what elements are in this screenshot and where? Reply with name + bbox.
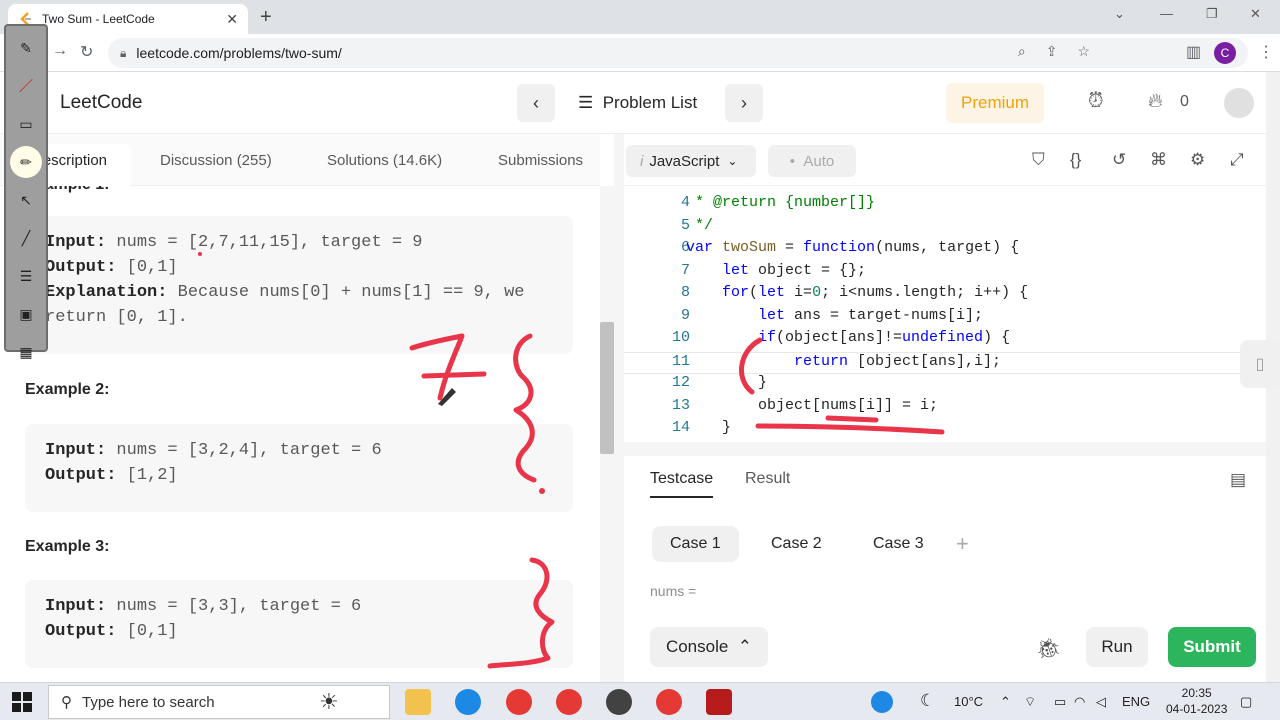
marker-tool-icon[interactable]: ／ bbox=[10, 70, 42, 102]
chrome-profile-3-icon[interactable] bbox=[656, 689, 682, 715]
brush-tool-icon[interactable]: ╱ bbox=[10, 222, 42, 254]
volume-icon[interactable]: ◁ bbox=[1096, 694, 1106, 710]
annotation-seven bbox=[409, 333, 465, 401]
annotation-brace-close bbox=[487, 557, 555, 669]
moon-weather-icon: ☾ bbox=[920, 691, 936, 710]
annotation-dot bbox=[539, 488, 545, 494]
help-icon[interactable] bbox=[871, 691, 893, 713]
highlighter-tool-icon[interactable]: ✏ bbox=[10, 146, 42, 178]
weather-sun-icon: ☀︎ bbox=[319, 689, 339, 714]
eraser-tool-icon[interactable]: ▭ bbox=[10, 108, 42, 140]
clock-time: 20:35 bbox=[1181, 686, 1212, 700]
wifi-icon[interactable]: ◠ bbox=[1074, 694, 1085, 710]
line-width-icon[interactable]: ☰ bbox=[10, 260, 42, 292]
notifications-icon[interactable]: ▢ bbox=[1240, 694, 1252, 710]
network-icon[interactable]: ⌔ bbox=[1024, 694, 1036, 710]
annotation-overlay bbox=[198, 252, 945, 669]
screen-capture-icon[interactable]: ▣ bbox=[10, 298, 42, 330]
search-icon: ⚲ bbox=[61, 694, 72, 711]
language-indicator[interactable]: ENG bbox=[1122, 694, 1150, 709]
annotation-plus bbox=[421, 371, 487, 379]
annotation-app-icon[interactable] bbox=[706, 689, 732, 715]
windows-start-icon[interactable] bbox=[12, 692, 32, 712]
annotation-dot-2 bbox=[198, 252, 202, 256]
taskbar-clock[interactable]: 20:35 04-01-2023 bbox=[1166, 685, 1227, 717]
taskbar-search[interactable]: ⚲ Type here to search ☀︎ bbox=[48, 685, 390, 719]
app-icon[interactable] bbox=[606, 689, 632, 715]
edge-icon[interactable] bbox=[455, 689, 481, 715]
clock-date: 04-01-2023 bbox=[1166, 702, 1228, 716]
battery-icon[interactable]: ▭ bbox=[1054, 694, 1066, 710]
chrome-icon[interactable] bbox=[506, 689, 532, 715]
pen-tool-icon[interactable]: ✎ bbox=[10, 32, 42, 64]
annotation-nums-mark bbox=[825, 415, 879, 423]
annotation-if-circle bbox=[739, 337, 763, 395]
annotation-toolbar: ✎ ／ ▭ ✏ ↖ ╱ ☰ ▣ ▦ bbox=[4, 24, 48, 360]
windows-taskbar: ⚲ Type here to search ☀︎ ☾ 10°C ⌃ ⌔ ▭ ◠ … bbox=[0, 682, 1280, 720]
tray-chevron-icon[interactable]: ⌃ bbox=[1000, 694, 1011, 710]
taskbar-search-placeholder: Type here to search bbox=[82, 693, 215, 711]
annotation-brace-open bbox=[513, 333, 537, 483]
file-explorer-icon[interactable] bbox=[405, 689, 431, 715]
annotation-underline bbox=[755, 423, 945, 435]
screen-save-icon[interactable]: ▦ bbox=[10, 336, 42, 368]
temperature: 10°C bbox=[954, 694, 984, 709]
chrome-profile-2-icon[interactable] bbox=[556, 689, 582, 715]
cursor-tool-icon[interactable]: ↖ bbox=[10, 184, 42, 216]
